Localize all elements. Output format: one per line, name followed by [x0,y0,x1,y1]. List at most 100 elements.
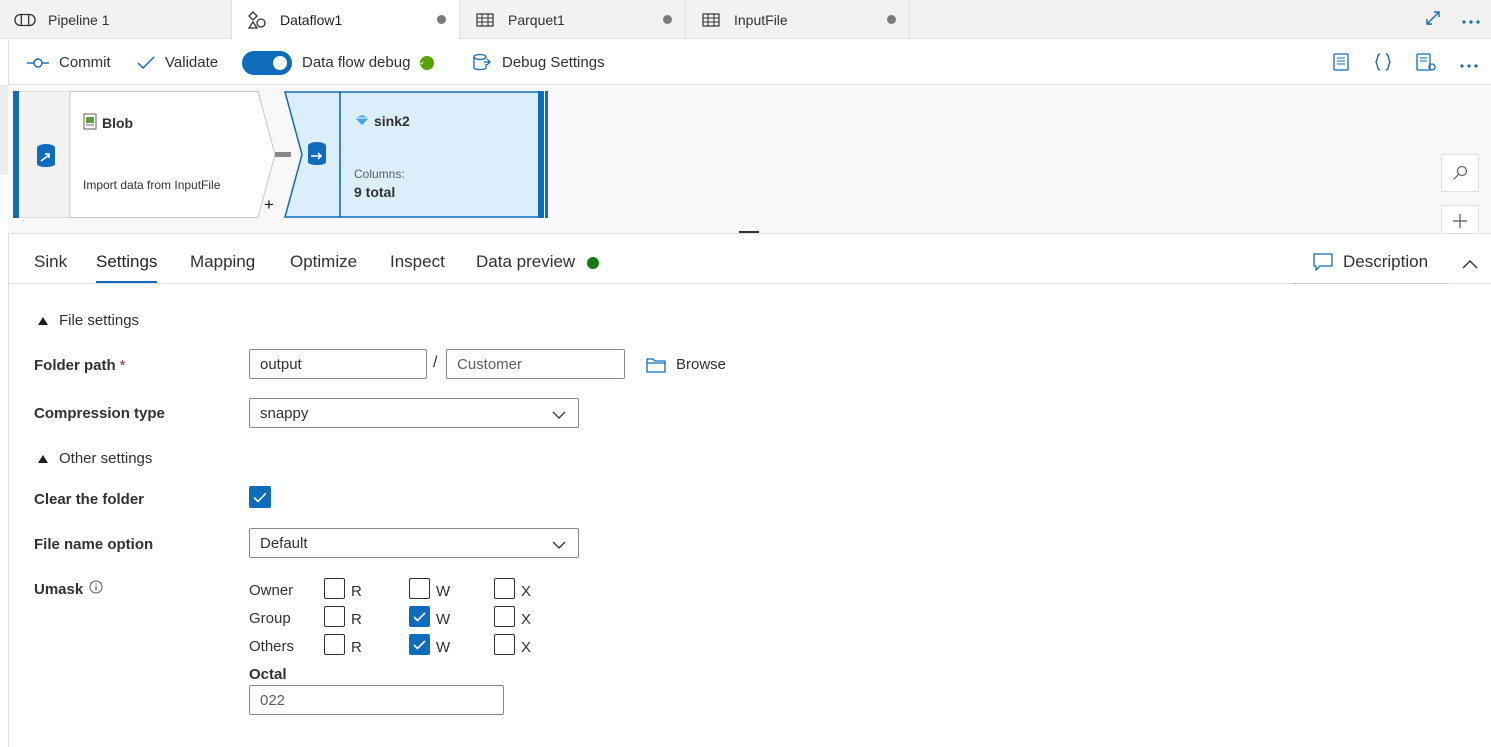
validate-button[interactable]: Validate [137,40,218,85]
table-icon [700,12,722,28]
umask-row-owner: Owner [249,582,294,599]
success-check-icon [420,55,435,70]
debug-settings-button[interactable]: Debug Settings [472,40,605,85]
file-name-option-select[interactable]: Default [249,528,579,558]
owner-execute-checkbox[interactable] [494,578,515,599]
tab-mapping[interactable]: Mapping [190,252,255,283]
directory-input[interactable]: Customer [446,349,625,379]
tab-pipeline-1[interactable]: Pipeline 1 [0,0,232,39]
owner-read-checkbox[interactable] [324,578,345,599]
properties-settings-icon[interactable] [1415,52,1437,75]
owner-write-checkbox[interactable] [409,578,430,599]
more-options-icon[interactable] [1461,12,1481,28]
info-icon[interactable] [89,580,103,598]
sink-title-label: sink2 [374,113,410,129]
canvas-search-button[interactable] [1441,154,1479,192]
octal-input[interactable]: 022 [249,685,504,715]
sink-dataset-icon [354,113,370,129]
group-write-checkbox[interactable] [409,606,430,627]
dataflow-icon [246,11,268,29]
sink-title: sink2 [354,113,410,129]
group-read-checkbox[interactable] [324,606,345,627]
debug-toggle[interactable]: Data flow debug [242,40,435,85]
csv-file-icon [83,113,97,133]
debug-label: Data flow debug [302,54,411,71]
checkmark-icon [413,611,426,622]
source-subtitle: Import data from InputFile [83,178,221,192]
tab-dataflow1[interactable]: Dataflow1 [232,0,460,40]
unsaved-dot [663,15,672,24]
commit-icon [27,57,49,68]
tab-inspect[interactable]: Inspect [390,252,445,283]
tab-divider [8,283,1491,284]
description-button[interactable]: Description [1291,240,1449,284]
commit-button[interactable]: Commit [27,40,111,85]
tab-label: Dataflow1 [280,12,343,28]
tab-label: Parquet1 [508,11,565,28]
other-settings-section-toggle[interactable]: Other settings [38,450,152,467]
perm-r-label: R [351,611,362,628]
tab-data-preview-label: Data preview [476,252,576,271]
octal-label: Octal [249,666,287,683]
perm-w-label: W [436,611,451,628]
file-settings-section-toggle[interactable]: File settings [38,312,139,329]
file-settings-heading: File settings [59,312,140,329]
folder-icon [646,357,666,373]
sink-columns-label: Columns: [354,167,405,181]
tab-label: InputFile [734,11,788,28]
debug-settings-label: Debug Settings [502,54,605,71]
sink-node-sink2[interactable]: sink2 Columns: 9 total [284,91,548,218]
source-title: Blob [83,113,133,133]
required-mark: * [119,357,126,374]
json-braces-icon[interactable] [1373,52,1393,75]
source-title-label: Blob [102,115,134,131]
plus-icon [1453,213,1467,228]
perm-w-label: W [436,639,451,656]
unsaved-dot [437,15,446,24]
umask-label: Umask [34,580,103,598]
status-dot-icon [587,257,600,269]
compression-type-label: Compression type [34,405,165,422]
sink-columns-value: 9 total [354,184,396,200]
tab-inputfile[interactable]: InputFile [686,0,910,39]
others-execute-checkbox[interactable] [494,634,515,655]
file-name-value: Default [260,534,308,552]
group-execute-checkbox[interactable] [494,606,515,627]
pipeline-icon [14,12,36,28]
perm-w-label: W [436,583,451,600]
umask-row-group: Group [249,610,291,627]
container-input[interactable]: output [249,349,427,379]
path-separator: / [433,354,438,371]
code-script-icon[interactable] [1331,52,1351,75]
compression-type-select[interactable]: snappy [249,398,579,428]
others-read-checkbox[interactable] [324,634,345,655]
toggle-switch[interactable] [242,50,292,75]
dataflow-toolbar: Commit Validate Data flow debug Debug Se… [8,40,1491,85]
source-node-blob[interactable]: Blob Import data from InputFile + [13,91,291,218]
other-settings-heading: Other settings [59,450,153,467]
add-transform-button[interactable]: + [264,195,274,215]
file-name-option-label: File name option [34,536,154,553]
others-write-checkbox[interactable] [409,634,430,655]
sink-type-icon [306,141,328,170]
comment-icon [1313,252,1333,271]
tab-sink[interactable]: Sink [34,252,67,283]
tab-optimize[interactable]: Optimize [290,252,357,283]
tab-settings[interactable]: Settings [96,252,158,283]
table-icon [474,12,496,28]
tab-data-preview[interactable]: Data preview [476,252,600,283]
umask-row-others: Others [249,638,295,655]
browse-button[interactable]: Browse [646,356,726,373]
search-icon [1453,165,1468,180]
clear-folder-label: Clear the folder [34,491,145,508]
chevron-down-icon [552,537,566,554]
canvas-zoom-in-button[interactable] [1441,205,1479,235]
chevron-up-icon[interactable] [1462,256,1478,272]
tab-label: Pipeline 1 [48,11,110,28]
clear-folder-checkbox[interactable] [249,486,271,508]
umask-text: Umask [34,580,84,598]
collapse-triangle-icon [38,316,48,325]
tab-parquet1[interactable]: Parquet1 [460,0,686,39]
expand-icon[interactable] [1425,10,1441,29]
more-options-icon[interactable] [1459,56,1479,72]
